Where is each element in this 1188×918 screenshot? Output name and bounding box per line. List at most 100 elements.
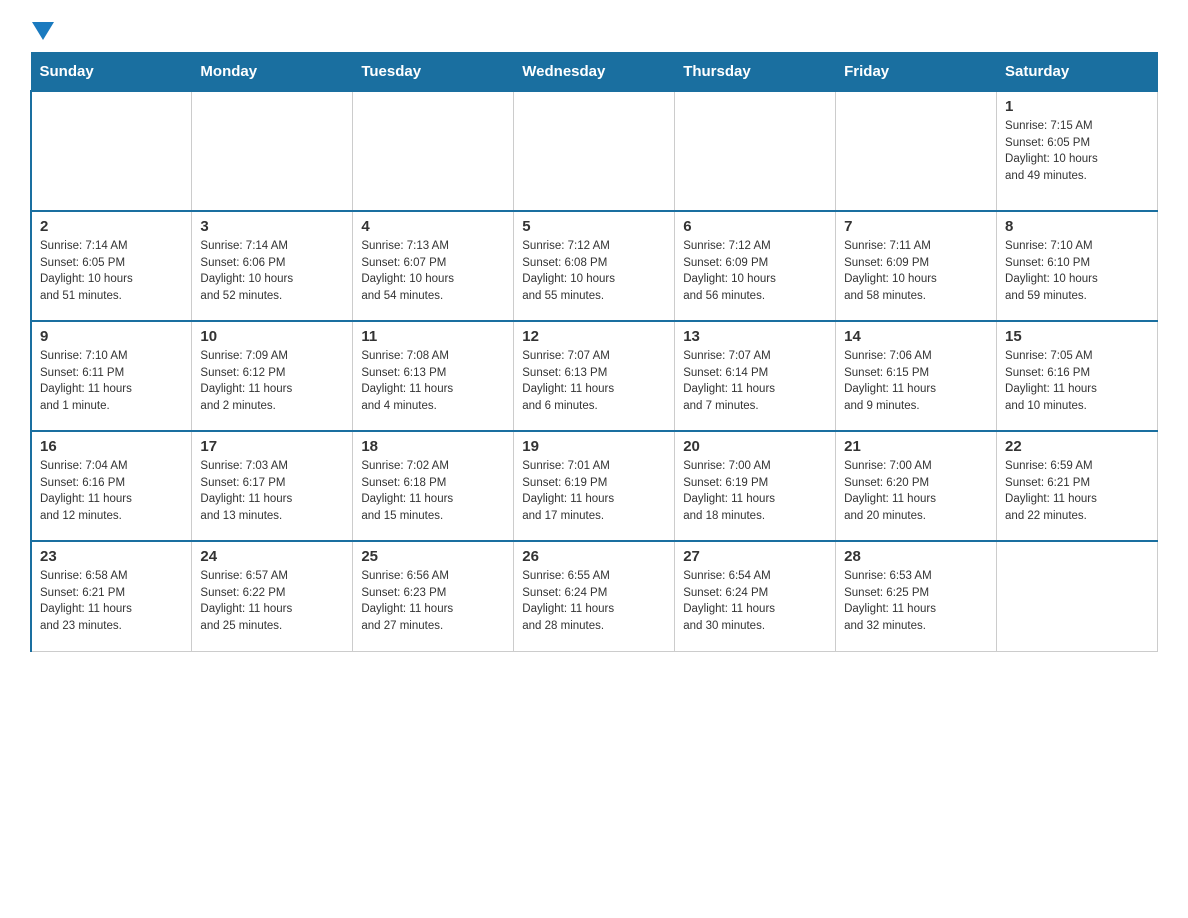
day-info: Sunrise: 6:59 AM Sunset: 6:21 PM Dayligh… <box>1005 458 1149 525</box>
day-number: 25 <box>361 548 505 565</box>
day-number: 20 <box>683 438 827 455</box>
day-info: Sunrise: 7:09 AM Sunset: 6:12 PM Dayligh… <box>200 348 344 415</box>
day-number: 17 <box>200 438 344 455</box>
calendar-day-cell: 5 Sunrise: 7:12 AM Sunset: 6:08 PM Daylig… <box>514 211 675 321</box>
calendar-day-cell: 3 Sunrise: 7:14 AM Sunset: 6:06 PM Daylig… <box>192 211 353 321</box>
weekday-header-tuesday: Tuesday <box>353 53 514 92</box>
calendar-table: SundayMondayTuesdayWednesdayThursdayFrid… <box>30 52 1158 652</box>
day-number: 19 <box>522 438 666 455</box>
day-number: 22 <box>1005 438 1149 455</box>
calendar-day-cell: 11 Sunrise: 7:08 AM Sunset: 6:13 PM Dayli… <box>353 321 514 431</box>
calendar-day-cell: 18 Sunrise: 7:02 AM Sunset: 6:18 PM Dayli… <box>353 431 514 541</box>
day-number: 10 <box>200 328 344 345</box>
day-number: 23 <box>40 548 183 565</box>
day-info: Sunrise: 6:57 AM Sunset: 6:22 PM Dayligh… <box>200 568 344 635</box>
day-number: 13 <box>683 328 827 345</box>
weekday-header-wednesday: Wednesday <box>514 53 675 92</box>
day-info: Sunrise: 7:10 AM Sunset: 6:11 PM Dayligh… <box>40 348 183 415</box>
day-info: Sunrise: 7:04 AM Sunset: 6:16 PM Dayligh… <box>40 458 183 525</box>
day-number: 2 <box>40 218 183 235</box>
calendar-day-cell <box>31 91 192 211</box>
weekday-header-saturday: Saturday <box>997 53 1158 92</box>
calendar-day-cell: 16 Sunrise: 7:04 AM Sunset: 6:16 PM Dayli… <box>31 431 192 541</box>
calendar-day-cell: 21 Sunrise: 7:00 AM Sunset: 6:20 PM Dayli… <box>836 431 997 541</box>
day-info: Sunrise: 7:02 AM Sunset: 6:18 PM Dayligh… <box>361 458 505 525</box>
day-number: 4 <box>361 218 505 235</box>
day-number: 16 <box>40 438 183 455</box>
day-info: Sunrise: 7:13 AM Sunset: 6:07 PM Dayligh… <box>361 238 505 305</box>
calendar-day-cell: 9 Sunrise: 7:10 AM Sunset: 6:11 PM Daylig… <box>31 321 192 431</box>
calendar-day-cell: 25 Sunrise: 6:56 AM Sunset: 6:23 PM Dayli… <box>353 541 514 651</box>
calendar-day-cell: 12 Sunrise: 7:07 AM Sunset: 6:13 PM Dayli… <box>514 321 675 431</box>
calendar-day-cell: 24 Sunrise: 6:57 AM Sunset: 6:22 PM Dayli… <box>192 541 353 651</box>
calendar-day-cell: 19Sunrise: 7:01 AM Sunset: 6:19 PM Dayli… <box>514 431 675 541</box>
calendar-week-row: 23 Sunrise: 6:58 AM Sunset: 6:21 PM Dayli… <box>31 541 1158 651</box>
day-info: Sunrise: 6:55 AM Sunset: 6:24 PM Dayligh… <box>522 568 666 635</box>
calendar-day-cell: 22 Sunrise: 6:59 AM Sunset: 6:21 PM Dayli… <box>997 431 1158 541</box>
calendar-week-row: 1Sunrise: 7:15 AM Sunset: 6:05 PM Daylig… <box>31 91 1158 211</box>
day-info: Sunrise: 7:03 AM Sunset: 6:17 PM Dayligh… <box>200 458 344 525</box>
calendar-day-cell: 2 Sunrise: 7:14 AM Sunset: 6:05 PM Daylig… <box>31 211 192 321</box>
day-number: 27 <box>683 548 827 565</box>
calendar-day-cell: 27 Sunrise: 6:54 AM Sunset: 6:24 PM Dayli… <box>675 541 836 651</box>
day-info: Sunrise: 7:10 AM Sunset: 6:10 PM Dayligh… <box>1005 238 1149 305</box>
day-info: Sunrise: 7:12 AM Sunset: 6:08 PM Dayligh… <box>522 238 666 305</box>
page-header <box>30 20 1158 42</box>
day-number: 9 <box>40 328 183 345</box>
day-info: Sunrise: 6:58 AM Sunset: 6:21 PM Dayligh… <box>40 568 183 635</box>
day-number: 7 <box>844 218 988 235</box>
day-info: Sunrise: 7:06 AM Sunset: 6:15 PM Dayligh… <box>844 348 988 415</box>
calendar-day-cell: 10 Sunrise: 7:09 AM Sunset: 6:12 PM Dayli… <box>192 321 353 431</box>
weekday-header-friday: Friday <box>836 53 997 92</box>
day-info: Sunrise: 7:14 AM Sunset: 6:05 PM Dayligh… <box>40 238 183 305</box>
day-info: Sunrise: 7:14 AM Sunset: 6:06 PM Dayligh… <box>200 238 344 305</box>
day-number: 3 <box>200 218 344 235</box>
day-number: 6 <box>683 218 827 235</box>
calendar-day-cell: 26 Sunrise: 6:55 AM Sunset: 6:24 PM Dayli… <box>514 541 675 651</box>
calendar-day-cell: 28Sunrise: 6:53 AM Sunset: 6:25 PM Dayli… <box>836 541 997 651</box>
calendar-day-cell <box>192 91 353 211</box>
day-info: Sunrise: 7:15 AM Sunset: 6:05 PM Dayligh… <box>1005 118 1149 185</box>
calendar-day-cell <box>675 91 836 211</box>
day-number: 24 <box>200 548 344 565</box>
logo-triangle-icon <box>32 22 54 42</box>
weekday-header-monday: Monday <box>192 53 353 92</box>
calendar-day-cell: 6 Sunrise: 7:12 AM Sunset: 6:09 PM Daylig… <box>675 211 836 321</box>
day-info: Sunrise: 7:00 AM Sunset: 6:20 PM Dayligh… <box>844 458 988 525</box>
day-number: 8 <box>1005 218 1149 235</box>
weekday-header-sunday: Sunday <box>31 53 192 92</box>
day-info: Sunrise: 7:12 AM Sunset: 6:09 PM Dayligh… <box>683 238 827 305</box>
day-info: Sunrise: 7:11 AM Sunset: 6:09 PM Dayligh… <box>844 238 988 305</box>
calendar-day-cell: 17 Sunrise: 7:03 AM Sunset: 6:17 PM Dayli… <box>192 431 353 541</box>
day-number: 18 <box>361 438 505 455</box>
calendar-day-cell <box>997 541 1158 651</box>
day-info: Sunrise: 7:07 AM Sunset: 6:14 PM Dayligh… <box>683 348 827 415</box>
day-number: 21 <box>844 438 988 455</box>
calendar-day-cell: 14Sunrise: 7:06 AM Sunset: 6:15 PM Dayli… <box>836 321 997 431</box>
calendar-day-cell: 8 Sunrise: 7:10 AM Sunset: 6:10 PM Daylig… <box>997 211 1158 321</box>
weekday-header-row: SundayMondayTuesdayWednesdayThursdayFrid… <box>31 53 1158 92</box>
calendar-week-row: 9 Sunrise: 7:10 AM Sunset: 6:11 PM Daylig… <box>31 321 1158 431</box>
calendar-day-cell: 4 Sunrise: 7:13 AM Sunset: 6:07 PM Daylig… <box>353 211 514 321</box>
calendar-day-cell: 7 Sunrise: 7:11 AM Sunset: 6:09 PM Daylig… <box>836 211 997 321</box>
calendar-week-row: 2 Sunrise: 7:14 AM Sunset: 6:05 PM Daylig… <box>31 211 1158 321</box>
day-info: Sunrise: 7:07 AM Sunset: 6:13 PM Dayligh… <box>522 348 666 415</box>
calendar-day-cell: 13 Sunrise: 7:07 AM Sunset: 6:14 PM Dayli… <box>675 321 836 431</box>
calendar-day-cell: 23 Sunrise: 6:58 AM Sunset: 6:21 PM Dayli… <box>31 541 192 651</box>
day-number: 12 <box>522 328 666 345</box>
day-info: Sunrise: 6:54 AM Sunset: 6:24 PM Dayligh… <box>683 568 827 635</box>
calendar-day-cell <box>514 91 675 211</box>
day-info: Sunrise: 7:00 AM Sunset: 6:19 PM Dayligh… <box>683 458 827 525</box>
day-number: 26 <box>522 548 666 565</box>
day-info: Sunrise: 7:08 AM Sunset: 6:13 PM Dayligh… <box>361 348 505 415</box>
day-number: 5 <box>522 218 666 235</box>
day-info: Sunrise: 6:56 AM Sunset: 6:23 PM Dayligh… <box>361 568 505 635</box>
day-info: Sunrise: 7:05 AM Sunset: 6:16 PM Dayligh… <box>1005 348 1149 415</box>
day-number: 11 <box>361 328 505 345</box>
weekday-header-thursday: Thursday <box>675 53 836 92</box>
calendar-day-cell: 1Sunrise: 7:15 AM Sunset: 6:05 PM Daylig… <box>997 91 1158 211</box>
day-number: 15 <box>1005 328 1149 345</box>
calendar-week-row: 16 Sunrise: 7:04 AM Sunset: 6:16 PM Dayli… <box>31 431 1158 541</box>
logo <box>30 20 54 42</box>
calendar-day-cell: 20 Sunrise: 7:00 AM Sunset: 6:19 PM Dayli… <box>675 431 836 541</box>
